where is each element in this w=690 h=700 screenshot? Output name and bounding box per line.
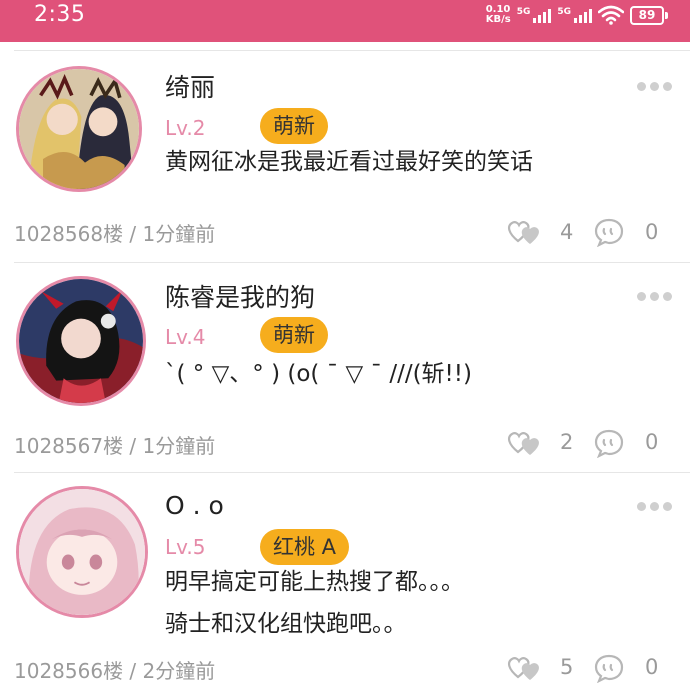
user-badge: 萌新 <box>260 108 328 144</box>
like-count: 2 <box>560 430 574 454</box>
status-icons: 0.10 KB/s 5G 5G 89 <box>486 2 668 28</box>
more-dots-icon[interactable] <box>637 292 672 301</box>
comment-bubble-icon[interactable] <box>594 217 624 247</box>
signal-icon-sim2: 5G <box>557 7 592 23</box>
like-hearts-icon[interactable] <box>506 428 544 458</box>
status-bar: 2:35 0.10 KB/s 5G 5G 89 <box>0 0 690 42</box>
wifi-icon <box>598 5 624 25</box>
post-content: 明早搞定可能上热搜了都。。。 骑士和汉化组快跑吧。。 <box>165 569 464 637</box>
username[interactable]: 陈睿是我的狗 <box>165 278 315 314</box>
post-item: O . o Lv.5 红桃 A 明早搞定可能上热搜了都。。。 骑士和汉化组快跑吧… <box>0 472 690 700</box>
network-speed-unit: KB/s <box>485 14 511 25</box>
more-dots-icon[interactable] <box>637 502 672 511</box>
sim1-label: 5G <box>516 7 531 17</box>
post-item: 绮丽 Lv.2 萌新 黄网征冰是我最近看过最好笑的笑话 1028568楼 / 1… <box>0 42 690 262</box>
comment-bubble-icon[interactable] <box>594 428 624 458</box>
user-level: Lv.4 <box>165 325 206 349</box>
like-hearts-icon[interactable] <box>506 217 544 247</box>
more-dots-icon[interactable] <box>637 82 672 91</box>
post-content: `( ° ▽、° ) (o( ˉ ▽ ˉ ///(斩!!) <box>165 361 472 387</box>
avatar-image <box>19 279 143 403</box>
post-meta: 1028567楼 / 1分鐘前 <box>14 434 216 458</box>
like-count: 4 <box>560 220 574 244</box>
avatar-image <box>19 489 145 615</box>
username[interactable]: O . o <box>165 491 224 520</box>
avatar[interactable] <box>16 66 142 192</box>
post-meta: 1028566楼 / 2分鐘前 <box>14 659 216 683</box>
status-time: 2:35 <box>34 2 86 27</box>
like-count: 5 <box>560 655 574 679</box>
divider <box>14 472 690 473</box>
divider <box>14 262 690 263</box>
avatar[interactable] <box>16 276 146 406</box>
network-speed: 0.10 KB/s <box>486 5 511 25</box>
username[interactable]: 绮丽 <box>165 68 215 104</box>
comment-count: 0 <box>645 220 659 244</box>
post-item: 陈睿是我的狗 Lv.4 萌新 `( ° ▽、° ) (o( ˉ ▽ ˉ ///(… <box>0 262 690 472</box>
avatar[interactable] <box>16 486 148 618</box>
user-level: Lv.5 <box>165 535 206 559</box>
like-hearts-icon[interactable] <box>506 653 544 683</box>
user-level: Lv.2 <box>165 116 206 140</box>
sim2-label: 5G <box>557 7 571 17</box>
user-badge: 萌新 <box>260 317 328 353</box>
signal-icon-sim1: 5G <box>517 7 552 23</box>
post-meta: 1028568楼 / 1分鐘前 <box>14 222 216 246</box>
comment-count: 0 <box>645 430 659 454</box>
battery-icon: 89 <box>630 5 668 25</box>
avatar-image <box>19 69 139 189</box>
divider <box>14 50 690 51</box>
comment-count: 0 <box>645 655 659 679</box>
comment-bubble-icon[interactable] <box>594 653 624 683</box>
post-content: 黄网征冰是我最近看过最好笑的笑话 <box>165 149 533 175</box>
user-badge: 红桃 A <box>260 529 350 565</box>
